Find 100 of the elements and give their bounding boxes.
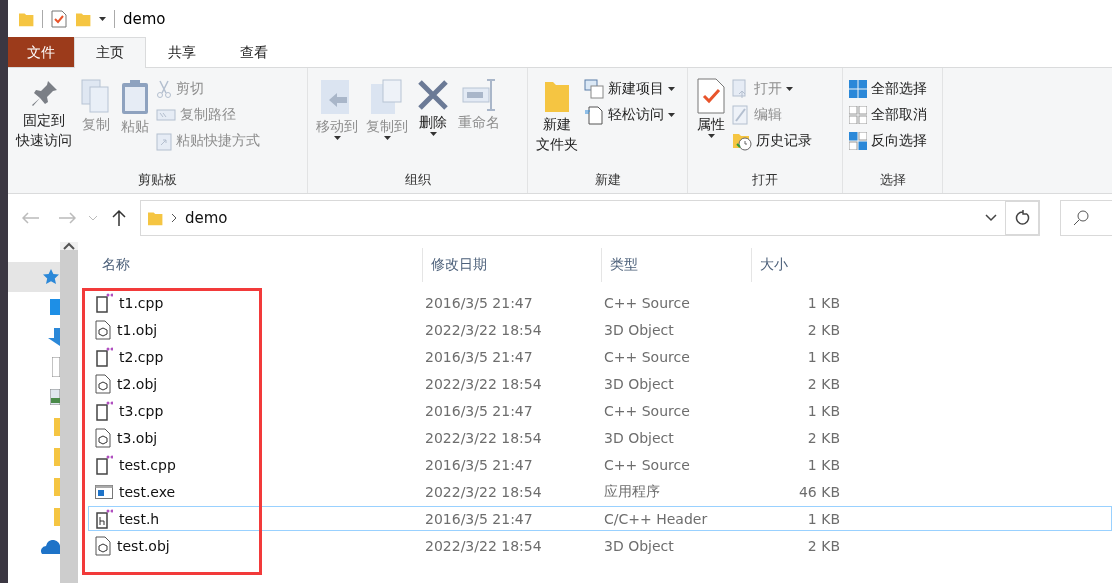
group-label: 选择 (879, 171, 906, 189)
source-file-icon (95, 454, 113, 475)
chevron-right-icon (171, 213, 177, 223)
ribbon-button[interactable]: 新建 文件夹 (534, 74, 580, 171)
select-all-icon (849, 79, 867, 98)
ribbon-button[interactable]: 删除 (414, 74, 452, 171)
date-cell-text: 2016/3/5 21:47 (424, 456, 534, 473)
folder-icon (147, 210, 163, 226)
size-cell-text: 2 KB (806, 537, 841, 554)
rename-icon (461, 78, 497, 112)
file-row[interactable]: test.exe 2022/3/22 18:54 应用程序 46 KB (88, 479, 1112, 504)
type-cell-text: 3D Object (603, 375, 675, 392)
type-cell-text: C++ Source (603, 348, 691, 365)
type-cell-text: C++ Source (603, 456, 691, 473)
shortcut-icon (156, 130, 172, 151)
up-arrow-icon (112, 209, 126, 227)
type-cell-text: C++ Source (603, 294, 691, 311)
invert-selection-icon (849, 131, 867, 150)
new-item-icon (584, 78, 604, 99)
date-cell-text: 2016/3/5 21:47 (424, 294, 534, 311)
folder-icon (54, 418, 60, 436)
ribbon-button[interactable]: 轻松访问 (584, 102, 675, 127)
type-cell-text: 应用程序 (603, 482, 661, 501)
caret-icon (99, 16, 106, 21)
size-cell-text: 1 KB (806, 510, 841, 527)
column-header[interactable]: 修改日期 (422, 248, 601, 282)
delete-icon (416, 78, 450, 112)
folder-icon (54, 478, 60, 496)
source-file-icon (95, 400, 113, 421)
header-file-icon (95, 508, 113, 529)
date-cell-text: 2016/3/5 21:47 (424, 510, 534, 527)
select-none-icon (849, 105, 867, 124)
ribbon-tab[interactable]: 主页 (74, 37, 146, 68)
column-header[interactable]: 大小 (751, 248, 851, 282)
ribbon-tab[interactable]: 查看 (218, 37, 290, 67)
application-icon (95, 484, 113, 499)
file-name: test.exe (119, 483, 176, 500)
file-row[interactable]: t3.obj 2022/3/22 18:54 3D Object 2 KB (88, 425, 1112, 450)
file-row[interactable]: test.cpp 2016/3/5 21:47 C++ Source 1 KB (88, 452, 1112, 477)
file-row[interactable]: test.h 2016/3/5 21:47 C/C++ Header 1 KB (88, 506, 1112, 531)
group-label: 剪贴板 (138, 171, 177, 189)
column-header[interactable]: 名称 (94, 248, 422, 282)
edit-icon (732, 104, 750, 125)
document-icon (584, 104, 604, 125)
file-row[interactable]: t2.obj 2022/3/22 18:54 3D Object 2 KB (88, 371, 1112, 396)
ribbon-button[interactable]: 固定到 快速访问 (14, 74, 74, 171)
folder-icon (54, 448, 60, 466)
window-title: demo (123, 9, 166, 28)
properties-icon (696, 78, 726, 114)
ribbon-button[interactable]: 历史记录 (732, 128, 812, 153)
type-cell-text: C/C++ Header (603, 510, 709, 527)
chevron-down-icon (88, 215, 98, 221)
group-label: 新建 (594, 171, 621, 189)
path-icon (156, 107, 176, 122)
file-name: t3.obj (117, 429, 158, 446)
type-cell-text: 3D Object (603, 429, 675, 446)
ribbon-button[interactable]: 全部取消 (849, 102, 927, 127)
size-cell-text: 2 KB (806, 375, 841, 392)
size-cell-text: 1 KB (806, 294, 841, 311)
column-header[interactable]: 类型 (601, 248, 751, 282)
search-field[interactable] (1060, 200, 1112, 236)
group-label: 组织 (404, 171, 431, 189)
ribbon-tab[interactable]: 共享 (146, 37, 218, 67)
cube-file-icon (95, 427, 111, 448)
scrollbar[interactable] (60, 242, 78, 583)
file-row[interactable]: t2.cpp 2016/3/5 21:47 C++ Source 1 KB (88, 344, 1112, 369)
file-row[interactable]: t1.cpp 2016/3/5 21:47 C++ Source 1 KB (88, 290, 1112, 315)
scroll-up-icon (63, 242, 75, 250)
file-row[interactable]: t1.obj 2022/3/22 18:54 3D Object 2 KB (88, 317, 1112, 342)
file-name: test.obj (117, 537, 170, 554)
size-cell-text: 1 KB (806, 402, 841, 419)
address-field[interactable]: demo (140, 200, 1040, 236)
file-name: t2.cpp (119, 348, 164, 365)
file-row[interactable]: t3.cpp 2016/3/5 21:47 C++ Source 1 KB (88, 398, 1112, 423)
group-label: 打开 (752, 171, 778, 189)
type-cell-text: 3D Object (603, 537, 675, 554)
ribbon-button[interactable]: 新建项目 (584, 76, 675, 101)
refresh-button[interactable] (1005, 201, 1039, 235)
download-icon (48, 328, 60, 346)
folder-icon (54, 508, 60, 526)
date-cell-text: 2022/3/22 18:54 (424, 375, 543, 392)
scissors-icon (156, 79, 172, 98)
chevron-down-icon (985, 214, 997, 222)
ribbon-button[interactable]: 反向选择 (849, 128, 927, 153)
ribbon-button[interactable]: 属性 (694, 74, 728, 171)
date-cell-text: 2022/3/22 18:54 (424, 429, 543, 446)
cube-file-icon (95, 373, 111, 394)
copy-icon (80, 78, 112, 114)
file-row[interactable]: test.obj 2022/3/22 18:54 3D Object 2 KB (88, 533, 1112, 558)
search-icon (1073, 210, 1089, 226)
copy-to-icon (369, 78, 405, 116)
type-cell-text: 3D Object (603, 321, 675, 338)
ribbon-button[interactable]: 全部选择 (849, 76, 927, 101)
source-file-icon (95, 346, 113, 367)
source-file-icon (95, 292, 113, 313)
date-cell-text: 2022/3/22 18:54 (424, 321, 543, 338)
cube-file-icon (95, 319, 111, 340)
nav-item[interactable] (8, 262, 60, 292)
date-cell-text: 2016/3/5 21:47 (424, 402, 534, 419)
file-menu-tab[interactable]: 文件 (8, 37, 74, 67)
